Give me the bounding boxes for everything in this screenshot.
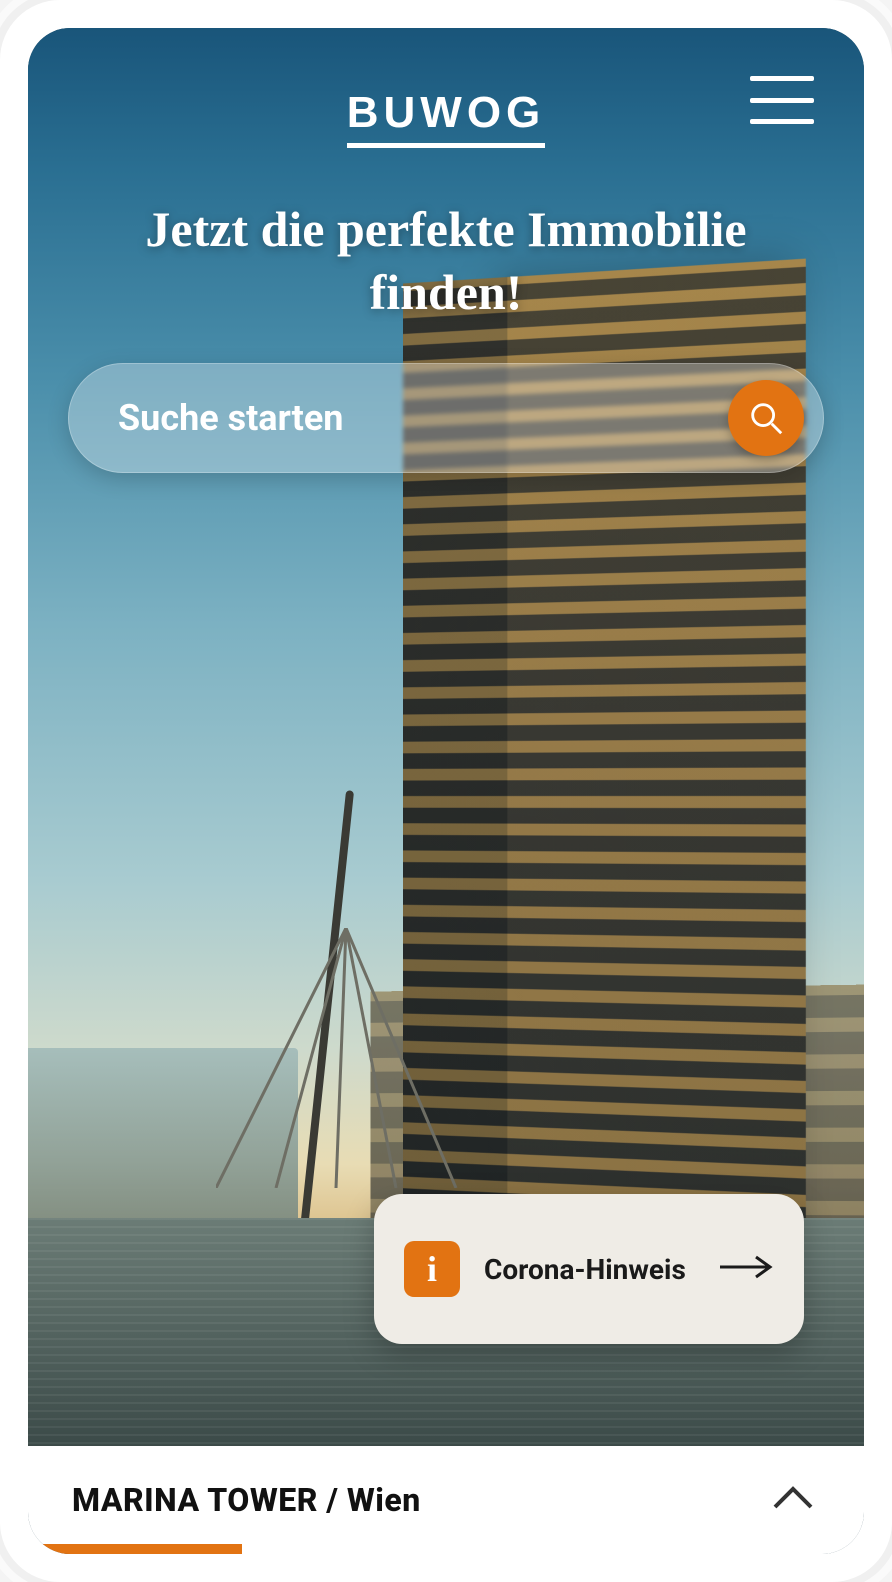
search-bar[interactable]: Suche starten — [68, 363, 824, 473]
info-icon: i — [404, 1241, 460, 1297]
search-label: Suche starten — [118, 397, 343, 439]
notice-card[interactable]: i Corona-Hinweis — [374, 1194, 804, 1344]
bottom-bar[interactable]: MARINA TOWER / Wien — [28, 1446, 864, 1554]
hero-headline: Jetzt die perfekte Immobilie finden! — [28, 168, 864, 323]
hamburger-menu-icon[interactable] — [750, 76, 814, 124]
app-screen: BUWOG Jetzt die perfekte Immobilie finde… — [28, 28, 864, 1554]
accent-underline — [42, 1544, 242, 1554]
brand-logo[interactable]: BUWOG — [347, 91, 546, 148]
bottom-title: MARINA TOWER / Wien — [72, 1481, 421, 1519]
search-icon — [747, 399, 785, 437]
search-button[interactable] — [728, 380, 804, 456]
decor-mast — [298, 790, 354, 1248]
arrow-right-icon — [718, 1255, 774, 1283]
notice-label: Corona-Hinweis — [484, 1253, 694, 1286]
header: BUWOG — [28, 28, 864, 168]
device-frame: BUWOG Jetzt die perfekte Immobilie finde… — [0, 0, 892, 1582]
chevron-up-icon[interactable] — [772, 1485, 814, 1515]
